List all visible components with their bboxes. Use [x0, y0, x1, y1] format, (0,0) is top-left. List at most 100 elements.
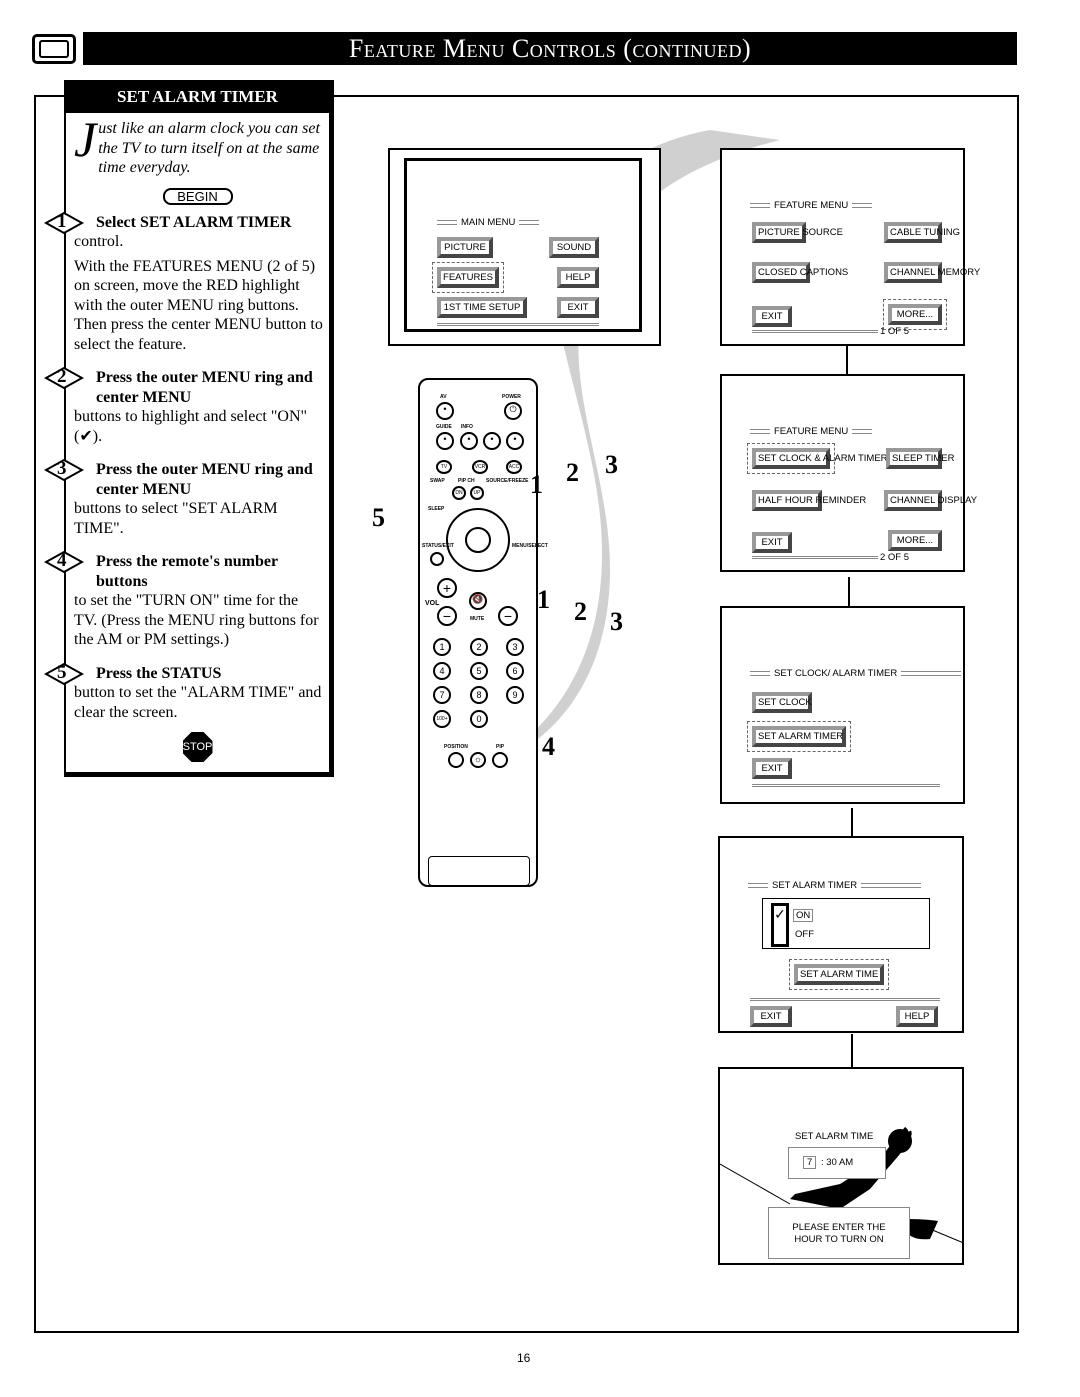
- remote-control: AV POWER • ⏻ GUIDE INFO • • • • TV VCR A…: [418, 378, 548, 887]
- callout-number: 2: [574, 597, 587, 626]
- hour-field[interactable]: 7: [803, 1156, 817, 1169]
- panel-title: SET ALARM TIMER: [66, 80, 329, 113]
- half-hour-reminder-button[interactable]: HALF HOUR REMINDER: [752, 490, 866, 511]
- step-text: to set the "TURN ON" time for the TV. (P…: [74, 592, 319, 648]
- digit-button[interactable]: 9: [506, 686, 524, 704]
- tv-icon: [32, 34, 76, 64]
- picture-source-button[interactable]: PICTURE SOURCE: [752, 222, 843, 243]
- intro-text: Just like an alarm clock you can set the…: [66, 111, 329, 178]
- mute-button[interactable]: 🔇: [469, 592, 487, 610]
- remote-battery-cover: [428, 856, 530, 886]
- step-4: 4 Press the remote's number buttons to s…: [43, 550, 329, 650]
- digit-button[interactable]: 100+: [433, 710, 451, 728]
- callout-number: 3: [610, 607, 623, 636]
- exit-button[interactable]: EXIT: [750, 1006, 792, 1027]
- instructions-panel: SET ALARM TIMER Just like an alarm clock…: [43, 80, 334, 777]
- set-alarm-time-screen: SET ALARM TIME 7 : 30 AM PLEASE ENTER TH…: [718, 1067, 964, 1265]
- step-number-icon: 3: [43, 458, 85, 482]
- arrow-down-icon: [840, 346, 854, 384]
- exit-button[interactable]: EXIT: [752, 306, 792, 327]
- callout-number: 1: [537, 585, 550, 614]
- minute-ampm: : 30 AM: [821, 1157, 854, 1168]
- set-alarm-timer-screen: SET ALARM TIMER ✓ ON OFF SET ALARM TIME …: [718, 836, 964, 1033]
- menu-button-exit[interactable]: EXIT: [557, 297, 599, 318]
- screen-title: FEATURE MENU: [750, 426, 872, 437]
- digit-button[interactable]: 3: [506, 638, 524, 656]
- page-indicator: 1 OF 5: [880, 326, 910, 337]
- vol-up-button[interactable]: +: [437, 578, 457, 598]
- channel-display-button[interactable]: CHANNEL DISPLAY: [884, 490, 977, 511]
- more-button[interactable]: MORE...: [883, 299, 947, 330]
- menu-button-features[interactable]: FEATURES: [432, 262, 504, 293]
- remote-button[interactable]: •: [483, 432, 501, 450]
- menu-button-help[interactable]: HELP: [557, 267, 599, 288]
- step-heading: Select SET ALARM TIMER: [96, 213, 292, 231]
- main-menu-screen: MAIN MENU PICTURE SOUND FEATURES HELP 1S…: [388, 148, 661, 346]
- begin-badge: BEGIN: [162, 187, 233, 205]
- acc-button[interactable]: ACC: [506, 460, 522, 474]
- help-button[interactable]: HELP: [896, 1006, 938, 1027]
- pip-up-button[interactable]: UP: [470, 486, 484, 500]
- more-button[interactable]: MORE...: [888, 530, 942, 551]
- screen-title: SET ALARM TIMER: [748, 880, 921, 891]
- digit-button[interactable]: 0: [470, 710, 488, 728]
- sleep-timer-button[interactable]: SLEEP TIMER: [886, 448, 954, 469]
- step-heading: Press the outer MENU ring and center MEN…: [96, 369, 313, 406]
- digit-button[interactable]: 5: [470, 662, 488, 680]
- guide-button[interactable]: •: [436, 432, 454, 450]
- pip-down-button[interactable]: DN: [452, 486, 466, 500]
- channel-down-button[interactable]: −: [498, 606, 518, 626]
- menu-button-picture[interactable]: PICTURE: [437, 237, 493, 258]
- digit-button[interactable]: 2: [470, 638, 488, 656]
- digit-button[interactable]: 1: [433, 638, 451, 656]
- digit-button[interactable]: 6: [506, 662, 524, 680]
- step-heading: Press the outer MENU ring and center MEN…: [96, 461, 313, 498]
- callout-number: 2: [566, 458, 579, 487]
- callout-number: 3: [605, 450, 618, 479]
- step-text: buttons to highlight and select "ON" (✔)…: [74, 408, 308, 445]
- channel-memory-button[interactable]: CHANNEL MEMORY: [884, 262, 980, 283]
- exit-button[interactable]: EXIT: [752, 532, 792, 553]
- step-3: 3 Press the outer MENU ring and center M…: [43, 458, 329, 538]
- screen-title: SET ALARM TIME: [795, 1131, 874, 1142]
- menu-center-button[interactable]: [465, 527, 491, 553]
- feature-menu-screen-2: FEATURE MENU SET CLOCK & ALARM TIMER SLE…: [720, 374, 977, 572]
- brightness-button[interactable]: ☼: [470, 752, 486, 768]
- info-button[interactable]: •: [460, 432, 478, 450]
- tv-button[interactable]: TV: [436, 460, 452, 474]
- vcr-button[interactable]: VCR: [472, 460, 488, 474]
- callout-number: 1: [530, 470, 543, 499]
- exit-button[interactable]: EXIT: [752, 758, 792, 779]
- menu-button-sound[interactable]: SOUND: [549, 237, 599, 258]
- cable-tuning-button[interactable]: CABLE TUNING: [884, 222, 960, 243]
- step-number-icon: 2: [43, 366, 85, 390]
- callout-number: 5: [372, 503, 385, 532]
- vol-down-button[interactable]: −: [437, 606, 457, 626]
- set-clock-button[interactable]: SET CLOCK: [752, 692, 812, 713]
- step-text: control.: [74, 233, 124, 250]
- digit-button[interactable]: 8: [470, 686, 488, 704]
- off-option[interactable]: OFF: [795, 929, 814, 940]
- on-option[interactable]: ON: [793, 909, 814, 922]
- status-exit-button[interactable]: [430, 552, 444, 566]
- set-clock-alarm-timer-button[interactable]: SET CLOCK & ALARM TIMER: [747, 443, 888, 474]
- step-text: buttons to select "SET ALARM TIME".: [74, 500, 278, 537]
- av-button[interactable]: •: [436, 402, 454, 420]
- menu-button-first-time-setup[interactable]: 1ST TIME SETUP: [437, 297, 527, 318]
- digit-button[interactable]: 7: [433, 686, 451, 704]
- power-button[interactable]: ⏻: [504, 402, 522, 420]
- pip-button[interactable]: [492, 752, 508, 768]
- position-button[interactable]: [448, 752, 464, 768]
- digit-button[interactable]: 4: [433, 662, 451, 680]
- set-alarm-time-button[interactable]: SET ALARM TIME: [789, 959, 889, 990]
- stop-sign-icon: STOP: [182, 732, 213, 762]
- closed-captions-button[interactable]: CLOSED CAPTIONS: [752, 262, 848, 283]
- drop-cap: J: [74, 111, 97, 167]
- checkbox[interactable]: ✓: [771, 903, 789, 947]
- time-entry: 7 : 30 AM: [788, 1147, 886, 1179]
- prompt-box: PLEASE ENTER THE HOUR TO TURN ON: [768, 1207, 910, 1259]
- screen-title: FEATURE MENU: [750, 200, 872, 211]
- remote-button[interactable]: •: [506, 432, 524, 450]
- step-number-icon: 4: [43, 550, 85, 574]
- set-alarm-timer-button[interactable]: SET ALARM TIMER: [747, 721, 851, 752]
